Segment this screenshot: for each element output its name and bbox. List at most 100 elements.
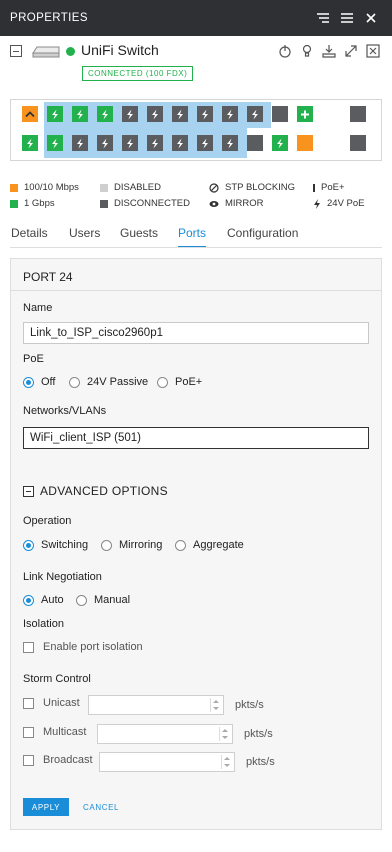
switch-port-bottom-6[interactable] [147, 135, 163, 151]
networks-label: Networks/VLANs [23, 405, 107, 417]
link-auto-option[interactable]: Auto [23, 594, 64, 606]
switch-port-top-7[interactable] [172, 106, 188, 122]
panel-title: PROPERTIES [10, 12, 88, 24]
menu-icon[interactable] [336, 7, 358, 29]
operation-aggregate-option[interactable]: Aggregate [175, 539, 244, 551]
close-device-icon[interactable] [364, 42, 382, 60]
cancel-button[interactable]: CANCEL [83, 798, 119, 816]
stepper-icon[interactable] [210, 698, 221, 712]
switch-port-bottom-2[interactable] [47, 135, 63, 151]
network-select[interactable]: WiFi_client_ISP (501) [23, 427, 369, 449]
poe-plus-option[interactable]: PoE+ [157, 376, 202, 388]
legend-mirror: MIRROR [209, 198, 264, 209]
switch-port-bottom-9[interactable] [222, 135, 238, 151]
tab-ports[interactable]: Ports [178, 226, 207, 248]
switch-port-bottom-13[interactable] [350, 135, 366, 151]
storm-unicast-row[interactable]: Unicast [23, 697, 80, 709]
storm-broadcast-checkbox[interactable] [23, 754, 34, 766]
switch-port-top-4[interactable] [97, 106, 113, 122]
port-name-input[interactable]: Link_to_ISP_cisco2960p1 [23, 322, 369, 344]
storm-unicast-checkbox[interactable] [23, 697, 34, 709]
switch-port-top-8[interactable] [197, 106, 213, 122]
switch-port-top-11[interactable] [272, 106, 288, 122]
operation-switching-option[interactable]: Switching [23, 539, 88, 551]
storm-multicast-input[interactable] [97, 724, 233, 744]
poe-24v-option[interactable]: 24V Passive [69, 376, 148, 388]
tab-users[interactable]: Users [69, 226, 100, 248]
switch-port-top-5[interactable] [122, 106, 138, 122]
poe-24v-label: 24V Passive [87, 376, 149, 388]
online-status-dot [66, 47, 75, 56]
operation-switching-radio[interactable] [23, 539, 34, 551]
poe-off-option[interactable]: Off [23, 376, 55, 388]
switch-port-top-12[interactable] [297, 106, 313, 122]
switch-device-icon [32, 46, 60, 58]
switch-port-top-6[interactable] [147, 106, 163, 122]
switch-port-bottom-11[interactable] [272, 135, 288, 151]
switch-port-bottom-5[interactable] [122, 135, 138, 151]
card-divider [11, 290, 381, 291]
link-manual-radio[interactable] [76, 594, 87, 606]
collapse-advanced-icon[interactable] [23, 485, 34, 497]
legend-disconnected-swatch [100, 199, 108, 208]
legend-poe24: 24V PoE [313, 198, 365, 209]
operation-mirroring-radio[interactable] [101, 539, 112, 551]
storm-unicast-input[interactable] [88, 695, 224, 715]
tab-guests[interactable]: Guests [120, 226, 158, 248]
operation-aggregate-radio[interactable] [175, 539, 186, 551]
link-manual-label: Manual [94, 594, 131, 606]
storm-broadcast-unit: pkts/s [246, 756, 275, 768]
switch-port-top-13[interactable] [350, 106, 366, 122]
sort-icon[interactable] [312, 7, 334, 29]
restart-icon[interactable] [276, 42, 294, 60]
port-name-value: Link_to_ISP_cisco2960p1 [30, 327, 163, 339]
operation-mirroring-option[interactable]: Mirroring [101, 539, 162, 551]
poe-24v-radio[interactable] [69, 376, 80, 388]
collapse-icon[interactable] [10, 45, 22, 57]
legend-poe24-label: 24V PoE [327, 198, 365, 209]
switch-port-bottom-8[interactable] [197, 135, 213, 151]
operation-label: Operation [23, 515, 72, 527]
upgrade-icon[interactable] [320, 42, 338, 60]
storm-unicast-unit: pkts/s [235, 699, 264, 711]
isolation-checkbox[interactable] [23, 641, 34, 653]
link-auto-radio[interactable] [23, 594, 34, 606]
name-label: Name [23, 302, 53, 314]
switch-port-top-10[interactable] [247, 106, 263, 122]
switch-port-top-1[interactable] [22, 106, 38, 122]
switch-port-bottom-10[interactable] [247, 135, 263, 151]
operation-mirroring-label: Mirroring [119, 539, 163, 551]
switch-port-bottom-3[interactable] [72, 135, 88, 151]
storm-broadcast-row[interactable]: Broadcast [23, 754, 93, 766]
poe-plus-radio[interactable] [157, 376, 168, 388]
switch-port-bottom-1[interactable] [22, 135, 38, 151]
switch-port-top-2[interactable] [47, 106, 63, 122]
operation-aggregate-label: Aggregate [193, 539, 244, 551]
link-manual-option[interactable]: Manual [76, 594, 130, 606]
isolation-option[interactable]: Enable port isolation [23, 641, 143, 653]
switch-port-bottom-4[interactable] [97, 135, 113, 151]
switch-port-top-9[interactable] [222, 106, 238, 122]
tab-configuration[interactable]: Configuration [227, 226, 298, 248]
expand-icon[interactable] [342, 42, 360, 60]
switch-port-bottom-12[interactable] [297, 135, 313, 151]
storm-multicast-checkbox[interactable] [23, 726, 34, 738]
storm-control-label: Storm Control [23, 673, 91, 685]
legend-gig-label: 1 Gbps [24, 198, 55, 209]
stepper-icon[interactable] [219, 727, 230, 741]
tab-details[interactable]: Details [11, 226, 48, 248]
locate-icon[interactable] [298, 42, 316, 60]
poe-off-radio[interactable] [23, 376, 34, 388]
close-panel-icon[interactable] [360, 7, 382, 29]
storm-multicast-row[interactable]: Multicast [23, 726, 86, 738]
advanced-options-toggle[interactable]: ADVANCED OPTIONS [23, 484, 168, 498]
stepper-icon[interactable] [221, 755, 232, 769]
apply-button[interactable]: APPLY [23, 798, 69, 816]
storm-broadcast-input[interactable] [99, 752, 235, 772]
legend-stp: STP BLOCKING [209, 182, 295, 193]
switch-port-top-3[interactable] [72, 106, 88, 122]
legend-mirror-label: MIRROR [225, 198, 264, 209]
device-name: UniFi Switch [81, 42, 159, 58]
switch-port-bottom-7[interactable] [172, 135, 188, 151]
legend-disconnected-label: DISCONNECTED [114, 198, 191, 209]
